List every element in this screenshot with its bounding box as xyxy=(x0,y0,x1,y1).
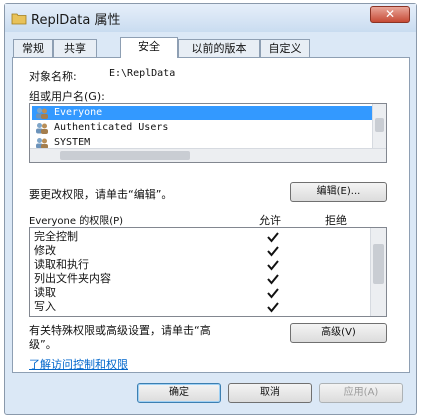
permission-row: 写入 xyxy=(34,300,364,314)
groups-label: 组或用户名(G): xyxy=(29,90,105,103)
users-icon xyxy=(36,123,48,134)
permissions-vertical-scrollbar[interactable] xyxy=(370,228,386,316)
window-title: ReplData 属性 xyxy=(31,13,121,28)
permission-name: 修改 xyxy=(34,244,56,257)
tab-general[interactable]: 常规 xyxy=(13,39,53,57)
check-icon xyxy=(267,246,279,257)
groups-horizontal-scrollbar[interactable] xyxy=(30,148,386,162)
security-panel: 对象名称: E:\ReplData 组或用户名(G): Everyone Aut… xyxy=(12,57,410,373)
user-name: Authenticated Users xyxy=(54,122,169,133)
user-row-authenticated-users[interactable]: Authenticated Users xyxy=(32,121,372,135)
advanced-hint-line2: 级”。 xyxy=(29,338,57,351)
user-name: Everyone xyxy=(54,107,103,118)
scroll-thumb[interactable] xyxy=(375,118,384,132)
permission-name: 读取和执行 xyxy=(34,258,89,271)
tab-sharing[interactable]: 共享 xyxy=(53,39,97,57)
tab-security[interactable]: 安全 xyxy=(120,37,178,58)
close-button[interactable]: ✕ xyxy=(370,6,410,23)
groups-listbox[interactable]: Everyone Authenticated Users SYSTEM xyxy=(29,103,387,163)
deny-column-header: 拒绝 xyxy=(325,214,347,227)
permission-name: 列出文件夹内容 xyxy=(34,272,111,285)
tab-previous-versions[interactable]: 以前的版本 xyxy=(178,39,260,57)
check-icon xyxy=(267,288,279,299)
permission-row: 读取 xyxy=(34,286,364,300)
tab-customize[interactable]: 自定义 xyxy=(260,39,310,57)
scroll-thumb[interactable] xyxy=(60,151,190,160)
edit-button[interactable]: 编辑(E)... xyxy=(290,182,387,202)
check-icon xyxy=(267,274,279,285)
allow-column-header: 允许 xyxy=(259,214,281,227)
groups-vertical-scrollbar[interactable] xyxy=(372,104,386,148)
users-icon xyxy=(36,108,48,119)
permission-name: 完全控制 xyxy=(34,230,78,243)
permission-row: 完全控制 xyxy=(34,230,364,244)
ok-button[interactable]: 确定 xyxy=(137,383,221,403)
check-icon xyxy=(267,232,279,243)
object-name-value: E:\ReplData xyxy=(109,68,176,79)
permissions-list: 完全控制 修改 读取和执行 列出文件夹内容 读取 写入 xyxy=(29,227,387,317)
permission-row: 修改 xyxy=(34,244,364,258)
permission-name: 写入 xyxy=(34,300,56,313)
permissions-header: Everyone 的权限(P) xyxy=(29,216,124,227)
user-row-everyone[interactable]: Everyone xyxy=(32,106,372,120)
object-name-label: 对象名称: xyxy=(29,70,77,83)
cancel-button[interactable]: 取消 xyxy=(228,383,312,403)
check-icon xyxy=(267,260,279,271)
advanced-button[interactable]: 高级(V) xyxy=(290,323,387,343)
scroll-thumb[interactable] xyxy=(373,244,384,284)
learn-access-control-link[interactable]: 了解访问控制和权限 xyxy=(29,356,128,372)
permission-name: 读取 xyxy=(34,286,56,299)
apply-button[interactable]: 应用(A) xyxy=(319,383,403,403)
check-icon xyxy=(267,302,279,313)
permission-row: 列出文件夹内容 xyxy=(34,272,364,286)
title-bar[interactable]: ReplData 属性 ✕ xyxy=(5,4,416,32)
permission-row: 读取和执行 xyxy=(34,258,364,272)
folder-icon xyxy=(11,13,27,25)
properties-dialog: ReplData 属性 ✕ 常规 共享 安全 以前的版本 自定义 对象名称: E… xyxy=(4,3,417,415)
change-permissions-hint: 要更改权限，请单击“编辑”。 xyxy=(29,188,173,201)
